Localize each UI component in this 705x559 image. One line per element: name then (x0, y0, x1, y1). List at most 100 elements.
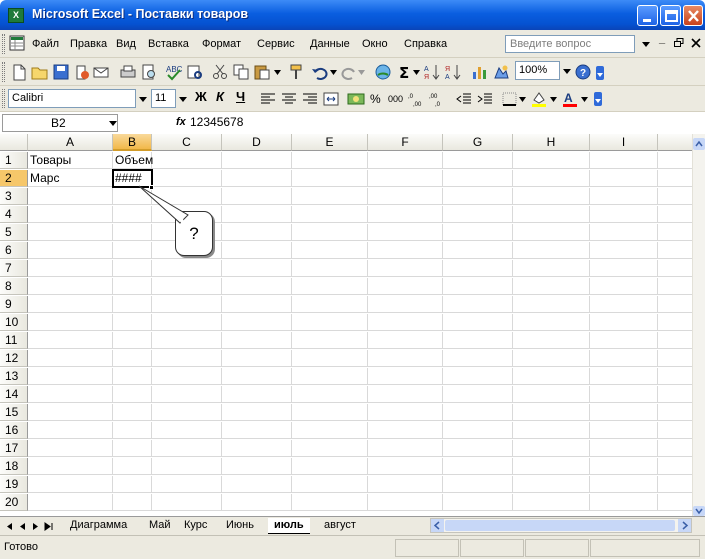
cell-h2[interactable] (513, 170, 590, 187)
row-header-10[interactable]: 10 (0, 314, 28, 331)
cell-d10[interactable] (222, 314, 292, 331)
cell-h14[interactable] (513, 386, 590, 403)
cell-d5[interactable] (222, 224, 292, 241)
cell-f8[interactable] (368, 278, 443, 295)
cell-i13[interactable] (590, 368, 658, 385)
underline-button[interactable]: Ч (236, 89, 245, 104)
close-button[interactable] (683, 5, 703, 26)
cell-d6[interactable] (222, 242, 292, 259)
first-sheet-icon[interactable] (4, 522, 13, 531)
cell-b6[interactable] (113, 242, 152, 259)
row-header-14[interactable]: 14 (0, 386, 28, 403)
cell-g2[interactable] (443, 170, 513, 187)
new-icon[interactable] (10, 63, 28, 81)
cell-g12[interactable] (443, 350, 513, 367)
menu-format[interactable]: Формат (202, 38, 241, 50)
row-header-6[interactable]: 6 (0, 242, 28, 259)
cell-d14[interactable] (222, 386, 292, 403)
cell-h3[interactable] (513, 188, 590, 205)
cell-g1[interactable] (443, 152, 513, 169)
font-name-select[interactable]: Calibri (8, 89, 136, 108)
minimize-button[interactable] (637, 5, 658, 26)
sheet-tab-5[interactable]: август (318, 518, 362, 534)
cell-f2[interactable] (368, 170, 443, 187)
cell-j13[interactable] (658, 368, 692, 385)
cell-b14[interactable] (113, 386, 152, 403)
cell-g10[interactable] (443, 314, 513, 331)
cell-a17[interactable] (28, 440, 113, 457)
scroll-down-icon[interactable] (693, 506, 705, 516)
cell-c19[interactable] (152, 476, 222, 493)
cell-g14[interactable] (443, 386, 513, 403)
row-header-13[interactable]: 13 (0, 368, 28, 385)
row-header-4[interactable]: 4 (0, 206, 28, 223)
cell-e17[interactable] (292, 440, 368, 457)
menu-view[interactable]: Вид (116, 38, 136, 50)
toolbar-grip[interactable] (2, 34, 5, 54)
cell-j11[interactable] (658, 332, 692, 349)
increase-indent-icon[interactable] (476, 90, 494, 108)
cell-c8[interactable] (152, 278, 222, 295)
cell-j14[interactable] (658, 386, 692, 403)
align-left-icon[interactable] (259, 90, 277, 108)
cell-a13[interactable] (28, 368, 113, 385)
cell-a10[interactable] (28, 314, 113, 331)
cell-a2[interactable]: Марс (28, 170, 113, 187)
cell-f17[interactable] (368, 440, 443, 457)
menu-tools[interactable]: Сервис (257, 38, 295, 50)
font-color-icon[interactable]: A (561, 90, 579, 108)
toolbar-grip[interactable] (2, 89, 5, 108)
cell-h19[interactable] (513, 476, 590, 493)
doc-close-icon[interactable] (691, 38, 701, 48)
cell-a19[interactable] (28, 476, 113, 493)
paste-icon[interactable] (253, 63, 271, 81)
cell-b18[interactable] (113, 458, 152, 475)
cell-i16[interactable] (590, 422, 658, 439)
row-header-20[interactable]: 20 (0, 494, 28, 511)
cell-d20[interactable] (222, 494, 292, 511)
open-icon[interactable] (31, 63, 49, 81)
font-color-dropdown-icon[interactable] (581, 97, 588, 103)
decrease-decimal-icon[interactable]: ,00,0 (429, 90, 447, 108)
increase-decimal-icon[interactable]: ,0,00 (408, 90, 426, 108)
cell-f19[interactable] (368, 476, 443, 493)
cell-j2[interactable] (658, 170, 692, 187)
row-header-1[interactable]: 1 (0, 152, 28, 169)
scroll-up-icon[interactable] (693, 138, 705, 150)
cell-d11[interactable] (222, 332, 292, 349)
row-header-7[interactable]: 7 (0, 260, 28, 277)
copy-icon[interactable] (232, 63, 250, 81)
column-header-f[interactable]: F (368, 134, 443, 151)
cell-i9[interactable] (590, 296, 658, 313)
cell-b16[interactable] (113, 422, 152, 439)
email-icon[interactable] (92, 63, 110, 81)
redo-icon[interactable] (340, 63, 358, 81)
cell-f7[interactable] (368, 260, 443, 277)
merge-center-icon[interactable] (322, 90, 340, 108)
maximize-button[interactable] (660, 5, 681, 26)
cell-h15[interactable] (513, 404, 590, 421)
cell-e5[interactable] (292, 224, 368, 241)
cell-d19[interactable] (222, 476, 292, 493)
cell-a20[interactable] (28, 494, 113, 511)
doc-minimize-button[interactable]: _ (659, 33, 665, 45)
cell-a3[interactable] (28, 188, 113, 205)
prev-sheet-icon[interactable] (18, 522, 27, 531)
cell-a5[interactable] (28, 224, 113, 241)
cell-f3[interactable] (368, 188, 443, 205)
cell-i20[interactable] (590, 494, 658, 511)
cell-d4[interactable] (222, 206, 292, 223)
cell-b15[interactable] (113, 404, 152, 421)
cell-j6[interactable] (658, 242, 692, 259)
vertical-scrollbar[interactable] (692, 134, 705, 516)
cell-i18[interactable] (590, 458, 658, 475)
redo-dropdown-icon[interactable] (358, 70, 365, 76)
cell-f10[interactable] (368, 314, 443, 331)
cell-e11[interactable] (292, 332, 368, 349)
row-header-11[interactable]: 11 (0, 332, 28, 349)
menu-data[interactable]: Данные (310, 38, 350, 50)
cell-h6[interactable] (513, 242, 590, 259)
row-header-5[interactable]: 5 (0, 224, 28, 241)
scroll-right-icon[interactable] (678, 519, 691, 532)
cell-b10[interactable] (113, 314, 152, 331)
